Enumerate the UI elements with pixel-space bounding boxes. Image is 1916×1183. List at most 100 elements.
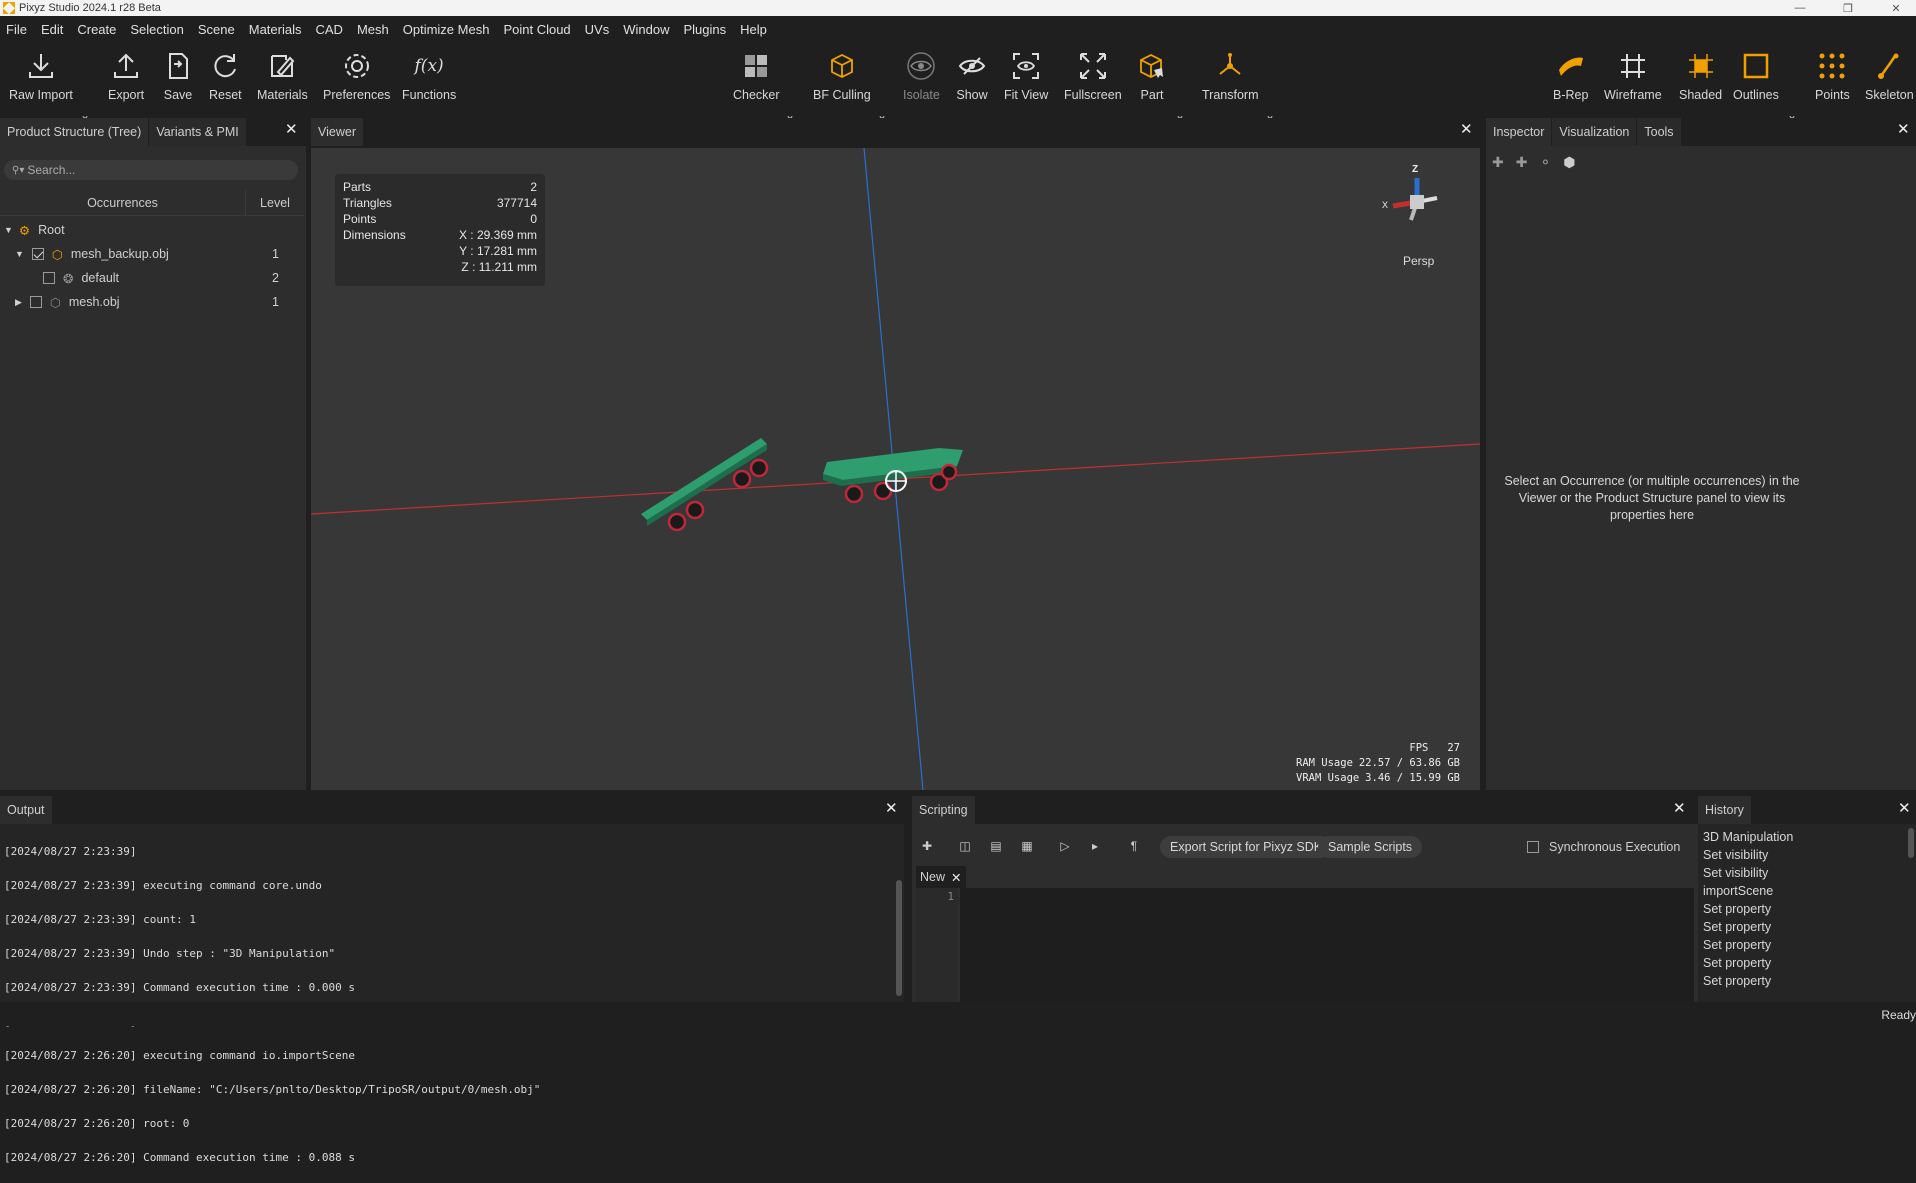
open-script-icon[interactable]: ◫ <box>955 836 975 856</box>
menu-help[interactable]: Help <box>740 22 767 37</box>
fit-view-button[interactable]: Fit View <box>1004 50 1048 102</box>
bf-culling-label: BF Culling <box>813 88 871 102</box>
isolate-button[interactable]: Isolate <box>903 50 940 102</box>
close-viewer-icon[interactable]: ✕ <box>1460 120 1473 138</box>
visibility-checkbox[interactable] <box>31 248 44 260</box>
tab-history[interactable]: History <box>1698 796 1752 824</box>
history-item[interactable]: Set property <box>1703 972 1793 990</box>
menu-window[interactable]: Window <box>623 22 669 37</box>
bf-culling-button[interactable]: BF Culling <box>813 50 871 102</box>
close-history-icon[interactable]: ✕ <box>1898 799 1911 817</box>
menu-point-cloud[interactable]: Point Cloud <box>503 22 570 37</box>
history-item[interactable]: importScene <box>1703 882 1793 900</box>
synchronous-execution-checkbox[interactable] <box>1527 841 1539 853</box>
history-item[interactable]: 3D Manipulation <box>1703 828 1793 846</box>
menu-edit[interactable]: Edit <box>41 22 63 37</box>
script-editor[interactable] <box>960 888 1694 1002</box>
close-output-icon[interactable]: ✕ <box>885 799 898 817</box>
functions-button[interactable]: f(x) Functions <box>402 50 456 102</box>
menu-mesh[interactable]: Mesh <box>357 22 389 37</box>
component-link-icon[interactable]: ⚬ <box>1539 154 1551 171</box>
close-window-button[interactable]: ✕ <box>1876 0 1916 16</box>
skeleton-button[interactable]: Skeleton <box>1865 50 1914 102</box>
tab-scripting[interactable]: Scripting <box>912 796 976 824</box>
history-item[interactable]: Set property <box>1703 900 1793 918</box>
tab-product-structure[interactable]: Product Structure (Tree) <box>0 118 150 146</box>
raw-import-button[interactable]: Raw Import <box>9 50 73 102</box>
materials-button[interactable]: Materials <box>257 50 308 102</box>
tab-variants-pmi[interactable]: Variants & PMI <box>149 118 247 146</box>
run-script-icon[interactable]: ▷ <box>1055 836 1075 856</box>
visibility-checkbox[interactable] <box>43 272 55 284</box>
checker-button[interactable]: Checker <box>733 50 780 102</box>
tab-output[interactable]: Output <box>0 796 53 824</box>
collapse-arrow-icon[interactable]: ▶ <box>15 297 22 308</box>
tab-inspector[interactable]: Inspector <box>1486 118 1553 146</box>
tree-row-mesh-backup[interactable]: ▼ ⬡ mesh_backup.obj 1 <box>0 242 304 266</box>
3d-viewport[interactable]: Z X Persp Parts 2 Triangles 377714 Points 0… <box>311 148 1480 790</box>
points-button[interactable]: Points <box>1815 50 1850 102</box>
wireframe-button[interactable]: Wireframe <box>1604 50 1662 102</box>
add-property-icon[interactable]: ✚ <box>1492 154 1504 171</box>
menu-create[interactable]: Create <box>77 22 116 37</box>
run-selection-icon[interactable]: ▸ <box>1085 836 1105 856</box>
save-as-script-icon[interactable]: ▦ <box>1017 836 1037 856</box>
show-whitespace-icon[interactable]: ¶ <box>1124 836 1144 856</box>
tree-search-input[interactable]: ⚲▾ Search... <box>4 160 298 180</box>
save-button[interactable]: Save <box>162 50 194 102</box>
col-level[interactable]: Level <box>246 190 304 215</box>
history-item[interactable]: Set property <box>1703 954 1793 972</box>
menu-file[interactable]: File <box>6 22 27 37</box>
script-file-tab[interactable]: New ✕ <box>916 866 966 888</box>
output-scrollbar[interactable] <box>896 880 902 996</box>
reset-button[interactable]: Reset <box>209 50 242 102</box>
triangles-value: 377714 <box>496 196 537 210</box>
expand-arrow-icon[interactable]: ▼ <box>4 225 13 235</box>
maximize-button[interactable]: ❐ <box>1828 0 1868 16</box>
sample-scripts-button[interactable]: Sample Scripts <box>1318 836 1423 858</box>
preferences-button[interactable]: Preferences <box>323 50 390 102</box>
brep-button[interactable]: B-Rep <box>1553 50 1588 102</box>
outlines-button[interactable]: Outlines <box>1733 50 1779 102</box>
menu-optimize-mesh[interactable]: Optimize Mesh <box>403 22 490 37</box>
close-script-tab-icon[interactable]: ✕ <box>951 870 961 885</box>
close-right-panel-icon[interactable]: ✕ <box>1897 120 1910 138</box>
tree-row-mesh[interactable]: ▶ ⬡ mesh.obj 1 <box>0 290 304 314</box>
tree-row-default[interactable]: ❂ default 2 <box>0 266 304 290</box>
history-item[interactable]: Set property <box>1703 936 1793 954</box>
menu-scene[interactable]: Scene <box>198 22 235 37</box>
material-sphere-icon[interactable]: ⬢ <box>1563 154 1575 171</box>
tab-tools[interactable]: Tools <box>1637 118 1682 146</box>
history-item[interactable]: Set visibility <box>1703 846 1793 864</box>
show-button[interactable]: Show <box>956 50 988 102</box>
menu-cad[interactable]: CAD <box>316 22 343 37</box>
menu-uvs[interactable]: UVs <box>585 22 610 37</box>
history-item[interactable]: Set property <box>1703 918 1793 936</box>
menu-materials[interactable]: Materials <box>249 22 302 37</box>
history-scrollbar[interactable] <box>1908 828 1914 858</box>
close-left-panel-icon[interactable]: ✕ <box>285 120 298 138</box>
visibility-checkbox[interactable] <box>29 296 42 308</box>
export-script-sdk-button[interactable]: Export Script for Pixyz SDK <box>1160 836 1333 858</box>
function-icon: f(x) <box>414 56 444 76</box>
transform-button[interactable]: Transform <box>1202 50 1259 102</box>
tab-viewer[interactable]: Viewer <box>311 118 364 146</box>
projection-mode-toggle[interactable]: Persp <box>1403 254 1434 268</box>
history-item[interactable]: Set visibility <box>1703 864 1793 882</box>
save-script-icon[interactable]: ▤ <box>986 836 1006 856</box>
col-occurrences[interactable]: Occurrences <box>0 190 246 215</box>
expand-arrow-icon[interactable]: ▼ <box>15 249 24 259</box>
menu-plugins[interactable]: Plugins <box>683 22 726 37</box>
close-scripting-icon[interactable]: ✕ <box>1673 799 1686 817</box>
new-script-icon[interactable]: ✚ <box>917 836 937 856</box>
tab-visualization[interactable]: Visualization <box>1552 118 1638 146</box>
menu-selection[interactable]: Selection <box>130 22 183 37</box>
fullscreen-button[interactable]: Fullscreen <box>1064 50 1122 102</box>
minimize-button[interactable]: — <box>1780 0 1820 16</box>
tree-row-root[interactable]: ▼ ⚙ Root <box>0 218 304 242</box>
shaded-button[interactable]: Shaded <box>1679 50 1722 102</box>
add-component-icon[interactable]: ✚ <box>1516 154 1528 171</box>
synchronous-execution-option[interactable]: Synchronous Execution <box>1527 840 1680 854</box>
part-button[interactable]: Part <box>1136 50 1168 102</box>
export-button[interactable]: Export <box>108 50 144 102</box>
